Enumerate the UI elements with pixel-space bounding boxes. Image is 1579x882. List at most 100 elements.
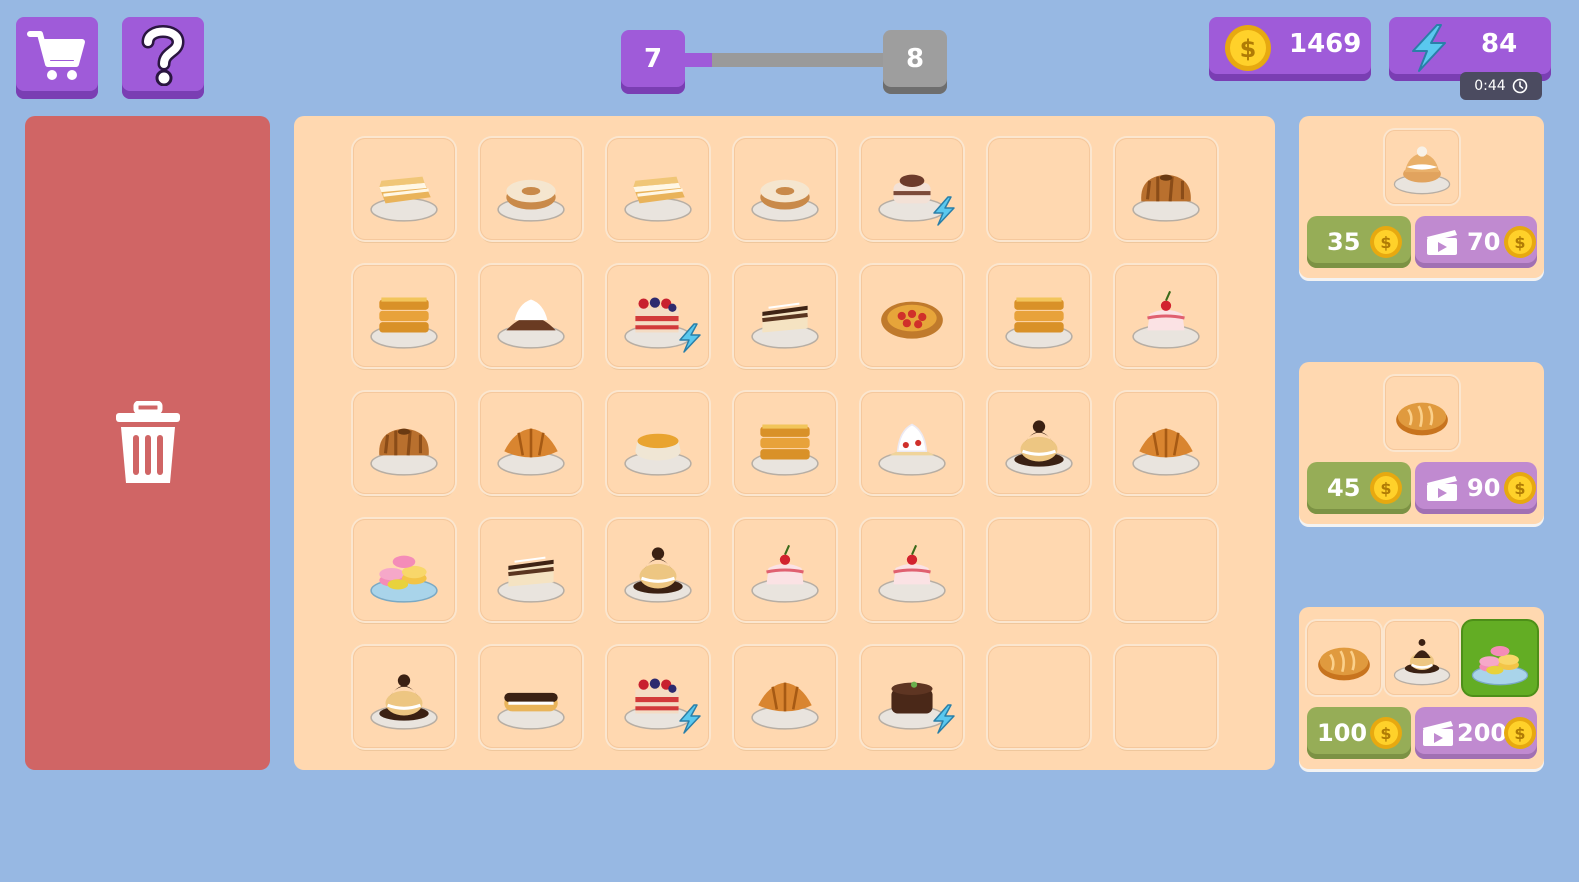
board-cell-cream-meringue[interactable]	[861, 392, 963, 494]
help-button[interactable]	[122, 17, 204, 99]
croissant-icon	[1132, 428, 1200, 476]
board-cell-cherry-cream-cake[interactable]	[1115, 265, 1217, 367]
order-item-slot-ready[interactable]	[1463, 621, 1537, 695]
eclair-icon	[497, 692, 565, 730]
svg-text:$: $	[1514, 233, 1525, 252]
coin-count: 1469	[1289, 29, 1362, 59]
order-price: 45	[1327, 474, 1361, 502]
board-cell-bundt-cake[interactable]	[1115, 138, 1217, 240]
buy-order-button[interactable]: 45 $	[1307, 462, 1411, 514]
board-cell-cream-ring-cake[interactable]	[734, 138, 836, 240]
board-cell-empty[interactable]	[1115, 646, 1217, 748]
cherry-tart-icon	[881, 301, 943, 339]
french-toast-stack-icon	[370, 297, 438, 349]
board-cell-mille-feuille[interactable]	[607, 138, 709, 240]
ad-price: 70	[1467, 228, 1501, 256]
coin-icon: $	[1503, 225, 1537, 265]
energy-bolt-badge-icon	[679, 323, 701, 353]
lightning-bolt-icon	[1412, 24, 1446, 72]
coin-icon: $	[1369, 471, 1403, 511]
board-cell-empty[interactable]	[988, 646, 1090, 748]
order-item-slot[interactable]	[1385, 130, 1459, 204]
svg-text:$: $	[1380, 233, 1391, 252]
svg-text:$: $	[1240, 35, 1257, 63]
clapperboard-icon	[1425, 474, 1459, 508]
clapperboard-icon	[1425, 228, 1459, 262]
board-cell-croissant[interactable]	[1115, 392, 1217, 494]
next-level-badge: 8	[883, 30, 947, 94]
board-cell-chocolate-mousse-cake[interactable]	[861, 646, 963, 748]
board-cell-eclair[interactable]	[480, 646, 582, 748]
board-cell-custard-pudding[interactable]	[607, 392, 709, 494]
profiterole-icon	[624, 547, 692, 603]
order-card-2: 45 $ 90 $	[1299, 362, 1544, 524]
cream-ring-cake-icon	[497, 179, 565, 222]
order-item-slot[interactable]	[1307, 621, 1381, 695]
order-card-1: 35 $ 70 $	[1299, 116, 1544, 278]
ad-price: 90	[1467, 474, 1501, 502]
trash-icon	[115, 401, 180, 483]
watch-ad-button[interactable]: 90 $	[1415, 462, 1537, 514]
bundt-cake-icon	[1132, 174, 1200, 222]
coin-counter[interactable]: $ 1469	[1209, 17, 1371, 81]
coin-icon: $	[1503, 716, 1537, 756]
board-cell-tiramisu-slice[interactable]	[734, 265, 836, 367]
board-cell-croissant[interactable]	[480, 392, 582, 494]
board-cell-empty[interactable]	[988, 138, 1090, 240]
board-cell-french-toast-stack[interactable]	[988, 265, 1090, 367]
board-cell-profiterole[interactable]	[607, 519, 709, 621]
cherry-cream-cake-icon	[878, 544, 946, 603]
board-cell-cherry-tart[interactable]	[861, 265, 963, 367]
order-item-slot[interactable]	[1385, 621, 1459, 695]
watch-ad-button[interactable]: 70 $	[1415, 216, 1537, 268]
board-cell-tiramisu-slice[interactable]	[480, 519, 582, 621]
energy-timer: 0:44	[1460, 72, 1542, 100]
board-cell-mille-feuille[interactable]	[353, 138, 455, 240]
svg-text:$: $	[1514, 724, 1525, 743]
order-card-3: 100 $ 200 $	[1299, 607, 1544, 769]
level-progress-bar	[684, 53, 886, 67]
cream-ring-cake-icon	[751, 179, 819, 222]
buy-order-button[interactable]: 35 $	[1307, 216, 1411, 268]
board-cell-french-toast-stack[interactable]	[734, 392, 836, 494]
board-cell-profiterole[interactable]	[353, 646, 455, 748]
croissant-icon	[751, 682, 819, 730]
energy-bolt-badge-icon	[933, 196, 955, 226]
shop-button[interactable]	[16, 17, 98, 99]
board-cell-bundt-cake[interactable]	[353, 392, 455, 494]
board-cell-croissant[interactable]	[734, 646, 836, 748]
bundt-cake-icon	[370, 428, 438, 476]
watch-ad-button[interactable]: 200 $	[1415, 707, 1537, 759]
question-mark-icon	[141, 25, 185, 86]
board-cell-macarons[interactable]	[353, 519, 455, 621]
energy-bolt-badge	[931, 196, 957, 230]
buy-order-button[interactable]: 100 $	[1307, 707, 1411, 759]
board-cell-chocolate-cream-puff[interactable]	[480, 265, 582, 367]
board-cell-empty[interactable]	[988, 519, 1090, 621]
board-cell-berry-layer-cake[interactable]	[607, 265, 709, 367]
level-progress-fill	[684, 53, 713, 67]
trash-bin-panel[interactable]	[25, 116, 270, 770]
board-cell-profiterole[interactable]	[988, 392, 1090, 494]
bread-loaf-icon	[1318, 647, 1370, 681]
bread-loaf-icon	[1396, 402, 1448, 436]
board-cell-french-toast-stack[interactable]	[353, 265, 455, 367]
board-cell-empty[interactable]	[1115, 519, 1217, 621]
energy-bolt-badge-icon	[679, 704, 701, 734]
mille-feuille-icon	[370, 176, 438, 222]
board-cell-cherry-cream-cake[interactable]	[734, 519, 836, 621]
macarons-icon	[1471, 645, 1529, 686]
macarons-icon	[370, 555, 438, 603]
energy-timer-text: 0:44	[1474, 78, 1506, 94]
energy-bolt-badge-icon	[933, 704, 955, 734]
cream-meringue-icon	[878, 423, 946, 476]
board-cell-berry-layer-cake[interactable]	[607, 646, 709, 748]
order-price: 100	[1317, 719, 1368, 747]
board-cell-layered-cream-cake[interactable]	[861, 138, 963, 240]
cream-puff-tower-icon	[1393, 639, 1451, 686]
coin-icon: $	[1503, 471, 1537, 511]
board-cell-cherry-cream-cake[interactable]	[861, 519, 963, 621]
board-cell-cream-ring-cake[interactable]	[480, 138, 582, 240]
order-item-slot[interactable]	[1385, 376, 1459, 450]
svg-text:$: $	[1380, 479, 1391, 498]
